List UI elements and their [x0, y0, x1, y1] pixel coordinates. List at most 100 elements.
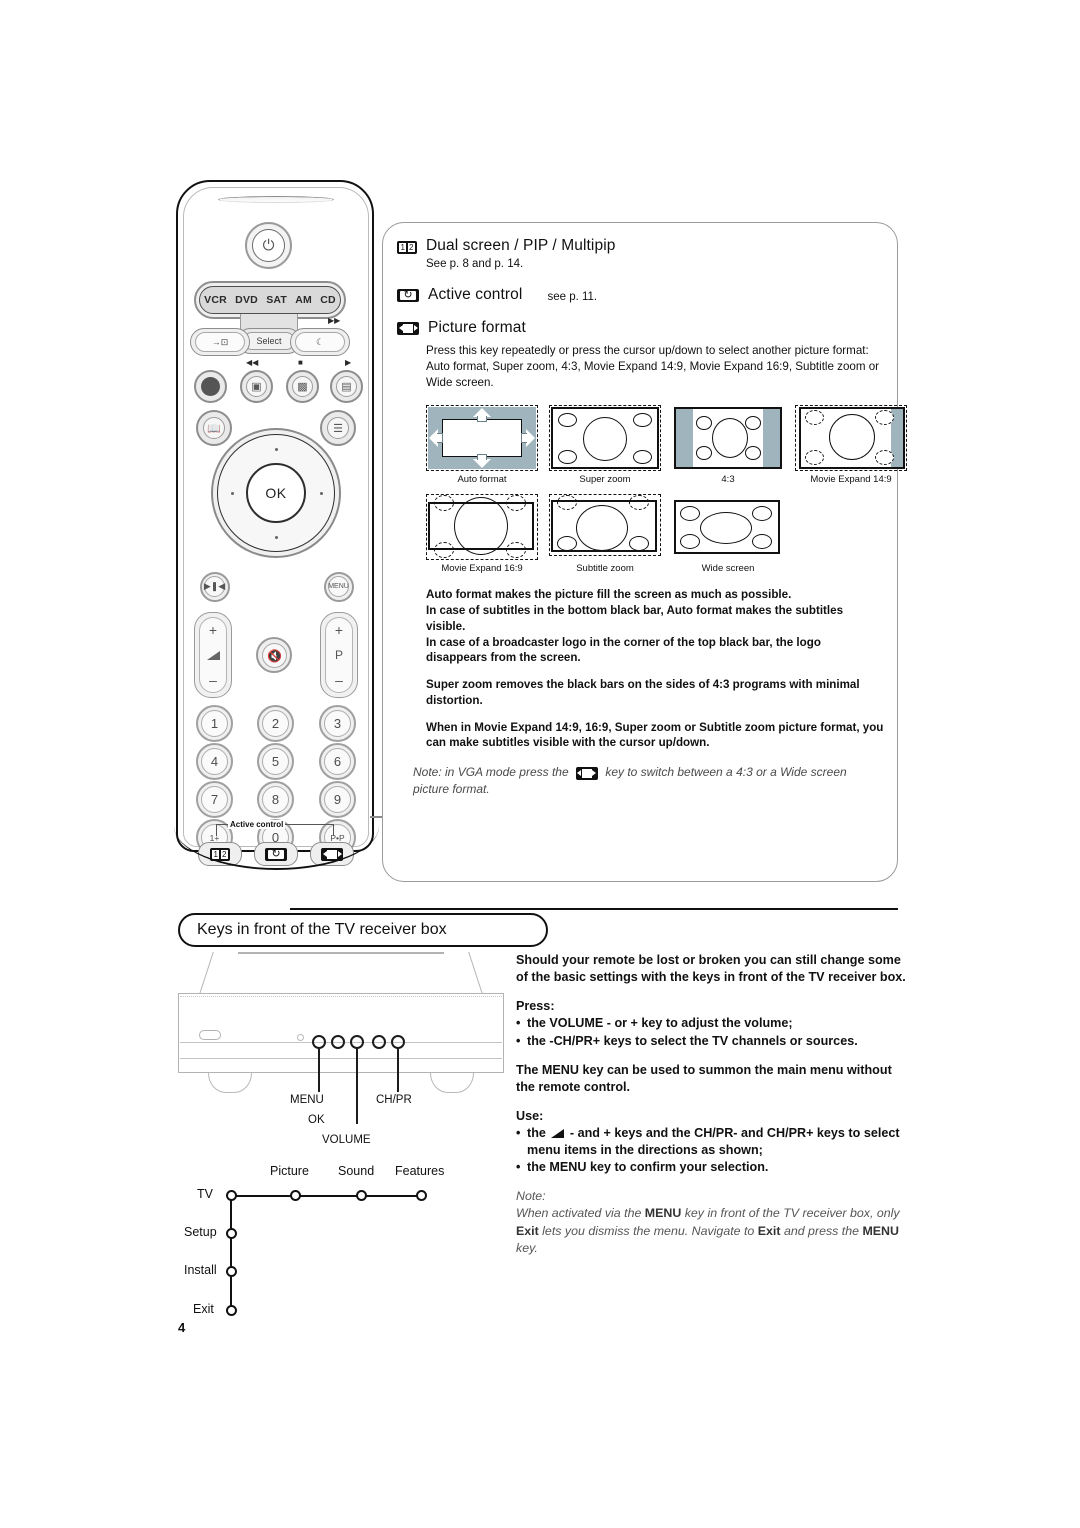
digit-button-4[interactable]: 4: [196, 743, 233, 780]
arrow-up-tail: [477, 416, 487, 423]
digit-button-7[interactable]: 7: [196, 781, 233, 818]
format-diagram-caption: Wide screen: [701, 563, 755, 575]
arrow-right-head: [526, 429, 535, 448]
receiver-key-label-chpr: CH/PR: [376, 1094, 412, 1106]
box-key-menu[interactable]: [312, 1035, 326, 1049]
note-label: Note:: [516, 1189, 546, 1204]
vga-mode-note: Note: in VGA mode press the key to switc…: [397, 764, 885, 798]
tree-label-setup: Setup: [184, 1225, 217, 1239]
tree-vertical-line: [230, 1195, 233, 1311]
source-label-vcr: VCR: [204, 294, 227, 306]
receiver-box-illustration: MENU OK CH/PR VOLUME: [178, 952, 508, 1146]
feature-title: Dual screen / PIP / Multipip: [426, 237, 616, 254]
note-body: When activated via the MENU key in front…: [516, 1205, 908, 1256]
cursor-left-dot[interactable]: [231, 492, 234, 495]
tree-node-exit[interactable]: [226, 1305, 237, 1316]
note-seg-menu-2: MENU: [862, 1223, 899, 1238]
digit-4-label: 4: [201, 748, 228, 775]
program-plus-label: +: [334, 622, 344, 638]
cursor-right-dot[interactable]: [320, 492, 323, 495]
tree-label-picture: Picture: [270, 1164, 309, 1178]
diagram-center-circle: [454, 497, 508, 556]
list-item: the MENU key to confirm your selection.: [516, 1159, 908, 1176]
digit-button-5[interactable]: 5: [257, 743, 294, 780]
box-foot-left: [208, 1073, 252, 1093]
format-diagram-caption: 4:3: [721, 474, 735, 486]
digit-button-8[interactable]: 8: [257, 781, 294, 818]
volume-rocker-face: + –: [199, 617, 227, 693]
box-front-face: [178, 993, 504, 1073]
box-key-chpr[interactable]: [391, 1035, 405, 1049]
mute-icon: 🔇: [262, 643, 287, 668]
volume-plus-label: +: [208, 622, 218, 638]
feature-subtext: see p. 11.: [547, 290, 598, 303]
tree-node-install[interactable]: [226, 1266, 237, 1277]
menu-key-paragraph: The MENU key can be used to summon the m…: [516, 1062, 892, 1094]
tree-node-tv[interactable]: [226, 1190, 237, 1201]
lead-line-volume: [356, 1048, 358, 1124]
box-face-seam-low: [180, 1058, 502, 1060]
cursor-up-dot[interactable]: [275, 448, 278, 451]
explanation-paragraph: Super zoom removes the black bars on the…: [426, 678, 860, 707]
ok-button[interactable]: OK: [246, 463, 306, 523]
source-label-dvd: DVD: [235, 294, 258, 306]
picture-format-diagrams-row-1: Auto format Super zoom 4:3 Movie Expand …: [397, 405, 907, 486]
cursor-down-dot[interactable]: [275, 536, 278, 539]
menu-button-label: MENU: [328, 576, 349, 597]
volume-icon: [206, 650, 220, 660]
feature-item-picture-format: Picture format: [397, 319, 885, 337]
play-label: ▶: [345, 358, 352, 367]
tree-label-install: Install: [184, 1263, 217, 1277]
box-ir-slot: [199, 1030, 221, 1040]
box-standby-led: [297, 1034, 304, 1041]
remote-control-illustration: ⏻ VCR DVD SAT AM CD Select →⊡ ☾ ▶▶ ▣ ◀◀ …: [174, 180, 379, 870]
tree-node-setup[interactable]: [226, 1228, 237, 1239]
picture-format-icon: [575, 766, 598, 780]
feature-subtext: See p. 8 and p. 14.: [426, 258, 524, 270]
format-diagram-caption: Auto format: [457, 474, 507, 486]
tree-node-sound[interactable]: [356, 1190, 367, 1201]
feature-title: Active control: [428, 286, 523, 303]
box-key-ok[interactable]: [331, 1035, 345, 1049]
box-key-volume-plus[interactable]: [372, 1035, 386, 1049]
av-input-icon: →⊡: [195, 332, 245, 352]
power-icon[interactable]: ⏻: [252, 229, 285, 262]
box-key-volume-minus[interactable]: [350, 1035, 364, 1049]
feature-title: Picture format: [428, 319, 526, 336]
use-item-suffix: - and + keys and the CH/PR- and CH/PR+ k…: [527, 1126, 900, 1158]
box-top-edge: [238, 952, 444, 954]
manual-page: ⏻ VCR DVD SAT AM CD Select →⊡ ☾ ▶▶ ▣ ◀◀ …: [0, 0, 1080, 1528]
arrow-left-tail: [437, 433, 443, 444]
rewind-label: ◀◀: [246, 358, 259, 367]
digit-8-label: 8: [262, 786, 289, 813]
arrow-down-tail: [477, 454, 487, 461]
picture-format-icon: [397, 321, 419, 335]
source-label-cd: CD: [320, 294, 336, 306]
format-diagram-movie-expand-14-9: Movie Expand 14:9: [795, 405, 907, 485]
digit-button-3[interactable]: 3: [319, 705, 356, 742]
digit-button-9[interactable]: 9: [319, 781, 356, 818]
digit-button-2[interactable]: 2: [257, 705, 294, 742]
note-seg-e: lets you dismiss the menu.: [538, 1223, 689, 1238]
source-selector[interactable]: VCR DVD SAT AM CD: [199, 286, 341, 314]
note-text-before: Note: in VGA mode press the: [413, 765, 569, 780]
digit-button-6[interactable]: 6: [319, 743, 356, 780]
digit-button-1[interactable]: 1: [196, 705, 233, 742]
format-diagram-caption: Movie Expand 14:9: [810, 474, 892, 486]
note-seg-a: When activated via the: [516, 1206, 645, 1221]
format-diagram-super-zoom: Super zoom: [549, 405, 661, 485]
picture-format-intro: Press this key repeatedly or press the c…: [426, 344, 880, 389]
tree-node-picture[interactable]: [290, 1190, 301, 1201]
diagram-center-circle: [576, 505, 628, 552]
format-diagram-wide-screen: Wide screen: [672, 494, 784, 574]
tree-node-features[interactable]: [416, 1190, 427, 1201]
digit-1-label: 1: [201, 710, 228, 737]
dual-screen-icon: 12: [397, 241, 417, 254]
digit-3-label: 3: [324, 710, 351, 737]
stop-label: ■: [298, 358, 303, 367]
feature-item-dual-screen: 12 Dual screen / PIP / Multipip See p. 8…: [397, 237, 885, 270]
note-seg-exit-2: Exit: [757, 1223, 781, 1238]
note-seg-c: key in front of the TV receiver box, onl…: [681, 1206, 900, 1221]
format-diagram-auto-format: Auto format: [426, 405, 538, 485]
diagram-right-bar: [763, 409, 780, 468]
